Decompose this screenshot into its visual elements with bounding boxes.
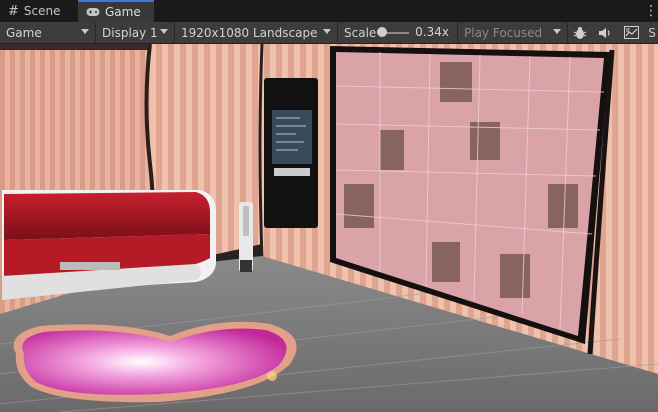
tab-scene-label: Scene (23, 4, 61, 18)
more-options-icon[interactable]: ⋮ (644, 3, 658, 19)
scene-render (0, 44, 658, 412)
scale-value: 0.34x (415, 25, 449, 39)
display-value: Display 1 (102, 25, 158, 40)
play-mode-value: Play Focused (464, 25, 543, 40)
game-toolbar: Game Display 1 1920x1080 Landscape Scale… (0, 22, 658, 44)
play-mode-dropdown[interactable]: Play Focused (458, 22, 568, 43)
scale-slider-handle[interactable] (377, 27, 387, 37)
view-mode-value: Game (6, 25, 42, 40)
resolution-value: 1920x1080 Landscape (181, 25, 318, 40)
chevron-down-icon (81, 29, 89, 34)
chevron-down-icon (553, 29, 561, 34)
scale-label: Scale (344, 25, 377, 40)
hash-icon: # (8, 3, 19, 19)
tab-bar: # Scene Game ⋮ (0, 0, 658, 23)
gizmos-toggle[interactable]: S (646, 22, 658, 43)
stats-icon[interactable] (618, 22, 644, 43)
audio-icon[interactable] (593, 22, 617, 43)
display-dropdown[interactable]: Display 1 (96, 22, 175, 43)
bug-icon[interactable] (568, 22, 592, 43)
game-viewport[interactable] (0, 44, 658, 412)
gamepad-icon (86, 8, 100, 16)
gizmos-label: S (648, 25, 656, 40)
chevron-down-icon (323, 29, 331, 34)
scale-control: Scale 0.34x (338, 22, 458, 43)
tab-game-label: Game (105, 5, 141, 19)
chevron-down-icon (160, 29, 168, 34)
view-mode-dropdown[interactable]: Game (0, 22, 96, 43)
tab-game[interactable]: Game (78, 0, 154, 22)
tab-scene[interactable]: # Scene (0, 0, 76, 22)
resolution-dropdown[interactable]: 1920x1080 Landscape (175, 22, 338, 43)
